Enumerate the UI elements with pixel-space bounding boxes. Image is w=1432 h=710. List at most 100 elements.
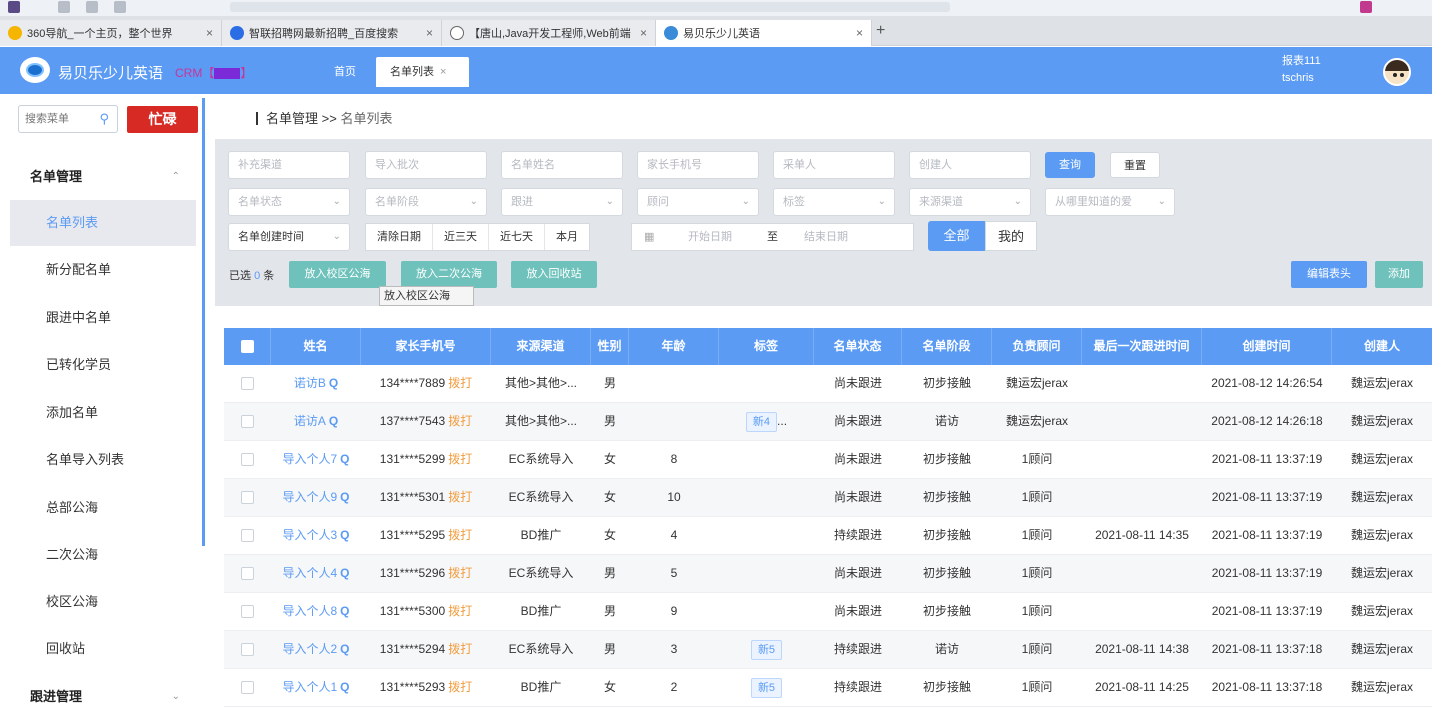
search-icon[interactable]: Q	[340, 566, 349, 580]
search-icon[interactable]: Q	[329, 376, 338, 390]
student-name-link[interactable]: 导入个人8	[282, 604, 337, 618]
table-row[interactable]: 导入个人1 Q 131****5293 拨打 BD推广 女 2 新5 持续跟进 初步接触 1顾问 20…	[224, 669, 1432, 707]
col-header-created[interactable]: 创建时间	[1202, 328, 1332, 365]
close-icon[interactable]: ×	[206, 26, 213, 40]
col-header-creator[interactable]: 创建人	[1332, 328, 1432, 365]
row-checkbox[interactable]	[241, 567, 254, 581]
follow-select[interactable]: 跟进 ⌄	[501, 188, 623, 216]
time-field-select[interactable]: 名单创建时间 ⌄	[228, 223, 350, 251]
table-row[interactable]: 导入个人3 Q 131****5295 拨打 BD推广 女 4 持续跟进 初步接触 1顾问 2021…	[224, 517, 1432, 555]
select-all-checkbox[interactable]	[240, 340, 254, 354]
search-icon[interactable]: Q	[340, 642, 349, 656]
col-header-name[interactable]: 姓名	[271, 328, 361, 365]
col-header-age[interactable]: 年龄	[629, 328, 719, 365]
close-icon[interactable]: ×	[640, 26, 647, 40]
advisor-select[interactable]: 顾问 ⌄	[637, 188, 759, 216]
referral-select[interactable]: 从哪里知道的爱 ⌄	[1045, 188, 1175, 216]
row-checkbox[interactable]	[241, 415, 254, 429]
row-checkbox[interactable]	[241, 529, 254, 543]
student-name-link[interactable]: 诺访B	[294, 376, 326, 390]
name-input[interactable]: 名单姓名	[501, 151, 623, 179]
student-name-link[interactable]: 导入个人2	[282, 642, 337, 656]
menu-search-input[interactable]	[19, 106, 89, 132]
col-header-source[interactable]: 来源渠道	[491, 328, 591, 365]
scope-all-button[interactable]: 全部	[928, 221, 985, 251]
to-recycle-button[interactable]: 放入回收站	[511, 261, 597, 288]
col-header-tag[interactable]: 标签	[719, 328, 814, 365]
close-icon[interactable]: ×	[440, 66, 446, 78]
dial-button[interactable]: 拨打	[448, 566, 472, 580]
parent-phone-input[interactable]: 家长手机号	[637, 151, 759, 179]
dial-button[interactable]: 拨打	[448, 528, 472, 542]
sidebar-item-second-pool[interactable]: 二次公海	[10, 532, 196, 578]
row-checkbox[interactable]	[241, 605, 254, 619]
sidebar-item-add[interactable]: 添加名单	[10, 390, 196, 436]
browser-tab-zhilian[interactable]: 智联招聘网最新招聘_百度搜索 ×	[222, 20, 442, 46]
clear-date-button[interactable]: 清除日期	[366, 224, 433, 250]
source-select[interactable]: 来源渠道 ⌄	[909, 188, 1031, 216]
sidebar-item-converted[interactable]: 已转化学员	[10, 342, 196, 388]
table-row[interactable]: 导入个人7 Q 131****5299 拨打 EC系统导入 女 8 尚未跟进 初步接触 1顾问 20…	[224, 441, 1432, 479]
search-icon[interactable]: Q	[340, 604, 349, 618]
sidebar-item-list[interactable]: 名单列表	[10, 200, 196, 246]
browser-tab-ebl[interactable]: 易贝乐少儿英语 ×	[656, 20, 872, 46]
search-icon[interactable]: Q	[340, 452, 349, 466]
student-name-link[interactable]: 导入个人1	[282, 680, 337, 694]
row-checkbox[interactable]	[241, 377, 254, 391]
table-row[interactable]: 导入个人8 Q 131****5300 拨打 BD推广 男 9 尚未跟进 初步接触 1顾问 2021…	[224, 593, 1432, 631]
close-icon[interactable]: ×	[426, 26, 433, 40]
forward-icon[interactable]	[86, 1, 98, 13]
last-3-days-button[interactable]: 近三天	[433, 224, 489, 250]
sidebar-item-following[interactable]: 跟进中名单	[10, 295, 196, 341]
sidebar-group-list-management[interactable]: 名单管理 ⌃	[10, 154, 196, 200]
to-second-pool-button[interactable]: 放入二次公海	[401, 261, 497, 288]
sidebar-item-new-assigned[interactable]: 新分配名单	[10, 247, 196, 293]
student-name-link[interactable]: 导入个人7	[282, 452, 337, 466]
col-header-stage[interactable]: 名单阶段	[902, 328, 992, 365]
scope-mine-button[interactable]: 我的	[985, 221, 1037, 251]
dial-button[interactable]: 拨打	[448, 376, 472, 390]
sidebar-item-campus-pool[interactable]: 校区公海	[10, 579, 196, 625]
tag-select[interactable]: 标签 ⌄	[773, 188, 895, 216]
search-icon[interactable]: Q	[340, 680, 349, 694]
search-icon[interactable]: ⚲	[99, 111, 109, 127]
stage-select[interactable]: 名单阶段 ⌄	[365, 188, 487, 216]
sidebar-item-import-list[interactable]: 名单导入列表	[10, 437, 196, 483]
end-date-input[interactable]: 结束日期	[804, 224, 848, 250]
collector-input[interactable]: 采单人	[773, 151, 895, 179]
dial-button[interactable]: 拨打	[448, 604, 472, 618]
search-icon[interactable]: Q	[340, 490, 349, 504]
student-name-link[interactable]: 导入个人9	[282, 490, 337, 504]
table-row[interactable]: 诺访A Q 137****7543 拨打 其他>其他>... 男 新4... 尚未跟进 诺访 魏运…	[224, 403, 1432, 441]
col-header-phone[interactable]: 家长手机号	[361, 328, 491, 365]
search-icon[interactable]: Q	[340, 528, 349, 542]
busy-status-button[interactable]: 忙碌	[127, 106, 198, 133]
col-header-last-follow[interactable]: 最后一次跟进时间	[1082, 328, 1202, 365]
to-campus-pool-button[interactable]: 放入校区公海	[289, 261, 386, 288]
address-bar[interactable]	[230, 2, 950, 12]
student-name-link[interactable]: 诺访A	[294, 414, 326, 428]
col-header-advisor[interactable]: 负责顾问	[992, 328, 1082, 365]
table-row[interactable]: 导入个人4 Q 131****5296 拨打 EC系统导入 男 5 尚未跟进 初步接触 1顾问 20…	[224, 555, 1432, 593]
sidebar-item-recycle[interactable]: 回收站	[10, 626, 196, 672]
table-row[interactable]: 导入个人9 Q 131****5301 拨打 EC系统导入 女 10 尚未跟进 初步接触 1顾问 2…	[224, 479, 1432, 517]
col-header-gender[interactable]: 性别	[591, 328, 629, 365]
query-button[interactable]: 查询	[1045, 152, 1095, 178]
dial-button[interactable]: 拨打	[448, 490, 472, 504]
student-name-link[interactable]: 导入个人3	[282, 528, 337, 542]
row-checkbox[interactable]	[241, 453, 254, 467]
user-info[interactable]: 报表111 tschris	[1282, 53, 1321, 87]
row-checkbox[interactable]	[241, 491, 254, 505]
avatar[interactable]	[1383, 58, 1411, 86]
extension-icon[interactable]	[1360, 1, 1372, 13]
row-checkbox[interactable]	[241, 643, 254, 657]
sidebar-group-follow-management[interactable]: 跟进管理 ⌄	[10, 682, 196, 710]
last-7-days-button[interactable]: 近七天	[489, 224, 545, 250]
dial-button[interactable]: 拨打	[448, 452, 472, 466]
sidebar-item-hq-pool[interactable]: 总部公海	[10, 485, 196, 531]
table-row[interactable]: 诺访B Q 134****7889 拨打 其他>其他>... 男 尚未跟进 初步接触 魏运宏je…	[224, 365, 1432, 403]
back-icon[interactable]	[58, 1, 70, 13]
browser-tab-job[interactable]: 【唐山,Java开发工程师,Web前端 ×	[442, 20, 656, 46]
nav-list-tab[interactable]: 名单列表 ×	[376, 57, 469, 87]
creator-input[interactable]: 创建人	[909, 151, 1031, 179]
